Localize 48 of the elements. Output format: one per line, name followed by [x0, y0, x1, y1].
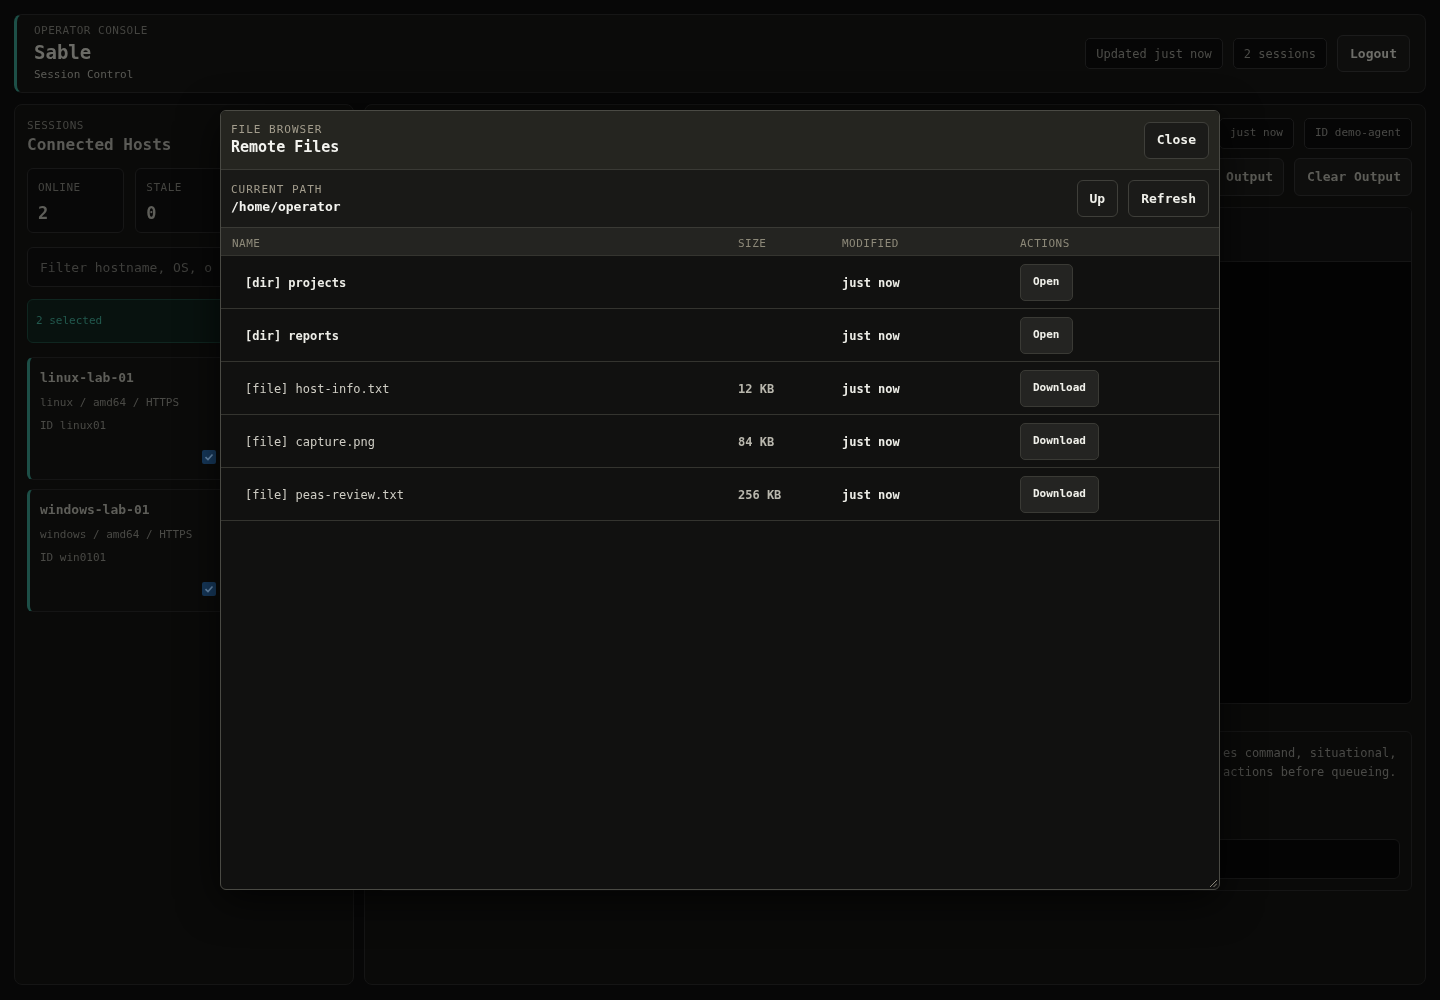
- resize-grip-icon[interactable]: [1210, 880, 1217, 887]
- download-button[interactable]: Download: [1020, 422, 1099, 460]
- dialog-eyebrow: FILE BROWSER: [231, 123, 323, 137]
- status-badge: 2 sessions: [1232, 38, 1328, 69]
- logout-button[interactable]: Logout: [1337, 35, 1410, 72]
- close-button[interactable]: Close: [1143, 121, 1209, 159]
- column-header: ACTIONS: [1020, 236, 1070, 250]
- column-header: MODIFIED: [842, 236, 899, 250]
- checkbox[interactable]: [202, 450, 216, 464]
- file-size: 12 KB: [738, 382, 775, 396]
- status-badge: Updated just now: [1085, 38, 1223, 69]
- current-path: /home/operator: [231, 197, 341, 215]
- file-size: 84 KB: [738, 435, 775, 449]
- path-label: CURRENT PATH: [231, 182, 323, 197]
- stat-value: 0: [146, 202, 157, 224]
- console-eyebrow: OPERATOR CONSOLE: [34, 24, 148, 38]
- modified-time: just now: [842, 382, 900, 396]
- status-badge: just now: [1218, 118, 1294, 149]
- folder-name: [dir] reports: [245, 329, 339, 343]
- dialog-title: Remote Files: [231, 138, 340, 157]
- column-header: SIZE: [738, 236, 767, 250]
- status-badge: ID demo-agent: [1303, 118, 1412, 149]
- app-subtitle: Session Control: [34, 67, 134, 83]
- checkbox[interactable]: [202, 582, 216, 596]
- navigation-button[interactable]: Refresh: [1128, 180, 1209, 217]
- open-button[interactable]: Open: [1020, 316, 1073, 354]
- stat-label: STALE: [146, 181, 182, 195]
- host-id: ID linux01: [40, 419, 107, 433]
- app-title: Sable: [34, 40, 92, 64]
- host-name: linux-lab-01: [40, 370, 134, 386]
- host-id: ID win0101: [40, 551, 107, 565]
- stat-label: ONLINE: [38, 181, 81, 195]
- modified-time: just now: [842, 435, 900, 449]
- column-header: NAME: [232, 236, 261, 250]
- file-size: 256 KB: [738, 488, 782, 502]
- section-title: Connected Hosts: [27, 135, 172, 155]
- modified-time: just now: [842, 329, 900, 343]
- download-button[interactable]: Download: [1020, 369, 1099, 407]
- stat-value: 2: [38, 202, 49, 224]
- modified-time: just now: [842, 276, 900, 290]
- navigation-button[interactable]: Up: [1076, 180, 1119, 217]
- section-eyebrow: SESSIONS: [27, 119, 84, 133]
- host-meta: linux / amd64 / HTTPS: [40, 396, 180, 410]
- modified-time: just now: [842, 488, 900, 502]
- open-button[interactable]: Open: [1020, 263, 1073, 301]
- host-name: windows-lab-01: [40, 502, 150, 518]
- download-button[interactable]: Download: [1020, 475, 1099, 513]
- host-meta: windows / amd64 / HTTPS: [40, 528, 193, 542]
